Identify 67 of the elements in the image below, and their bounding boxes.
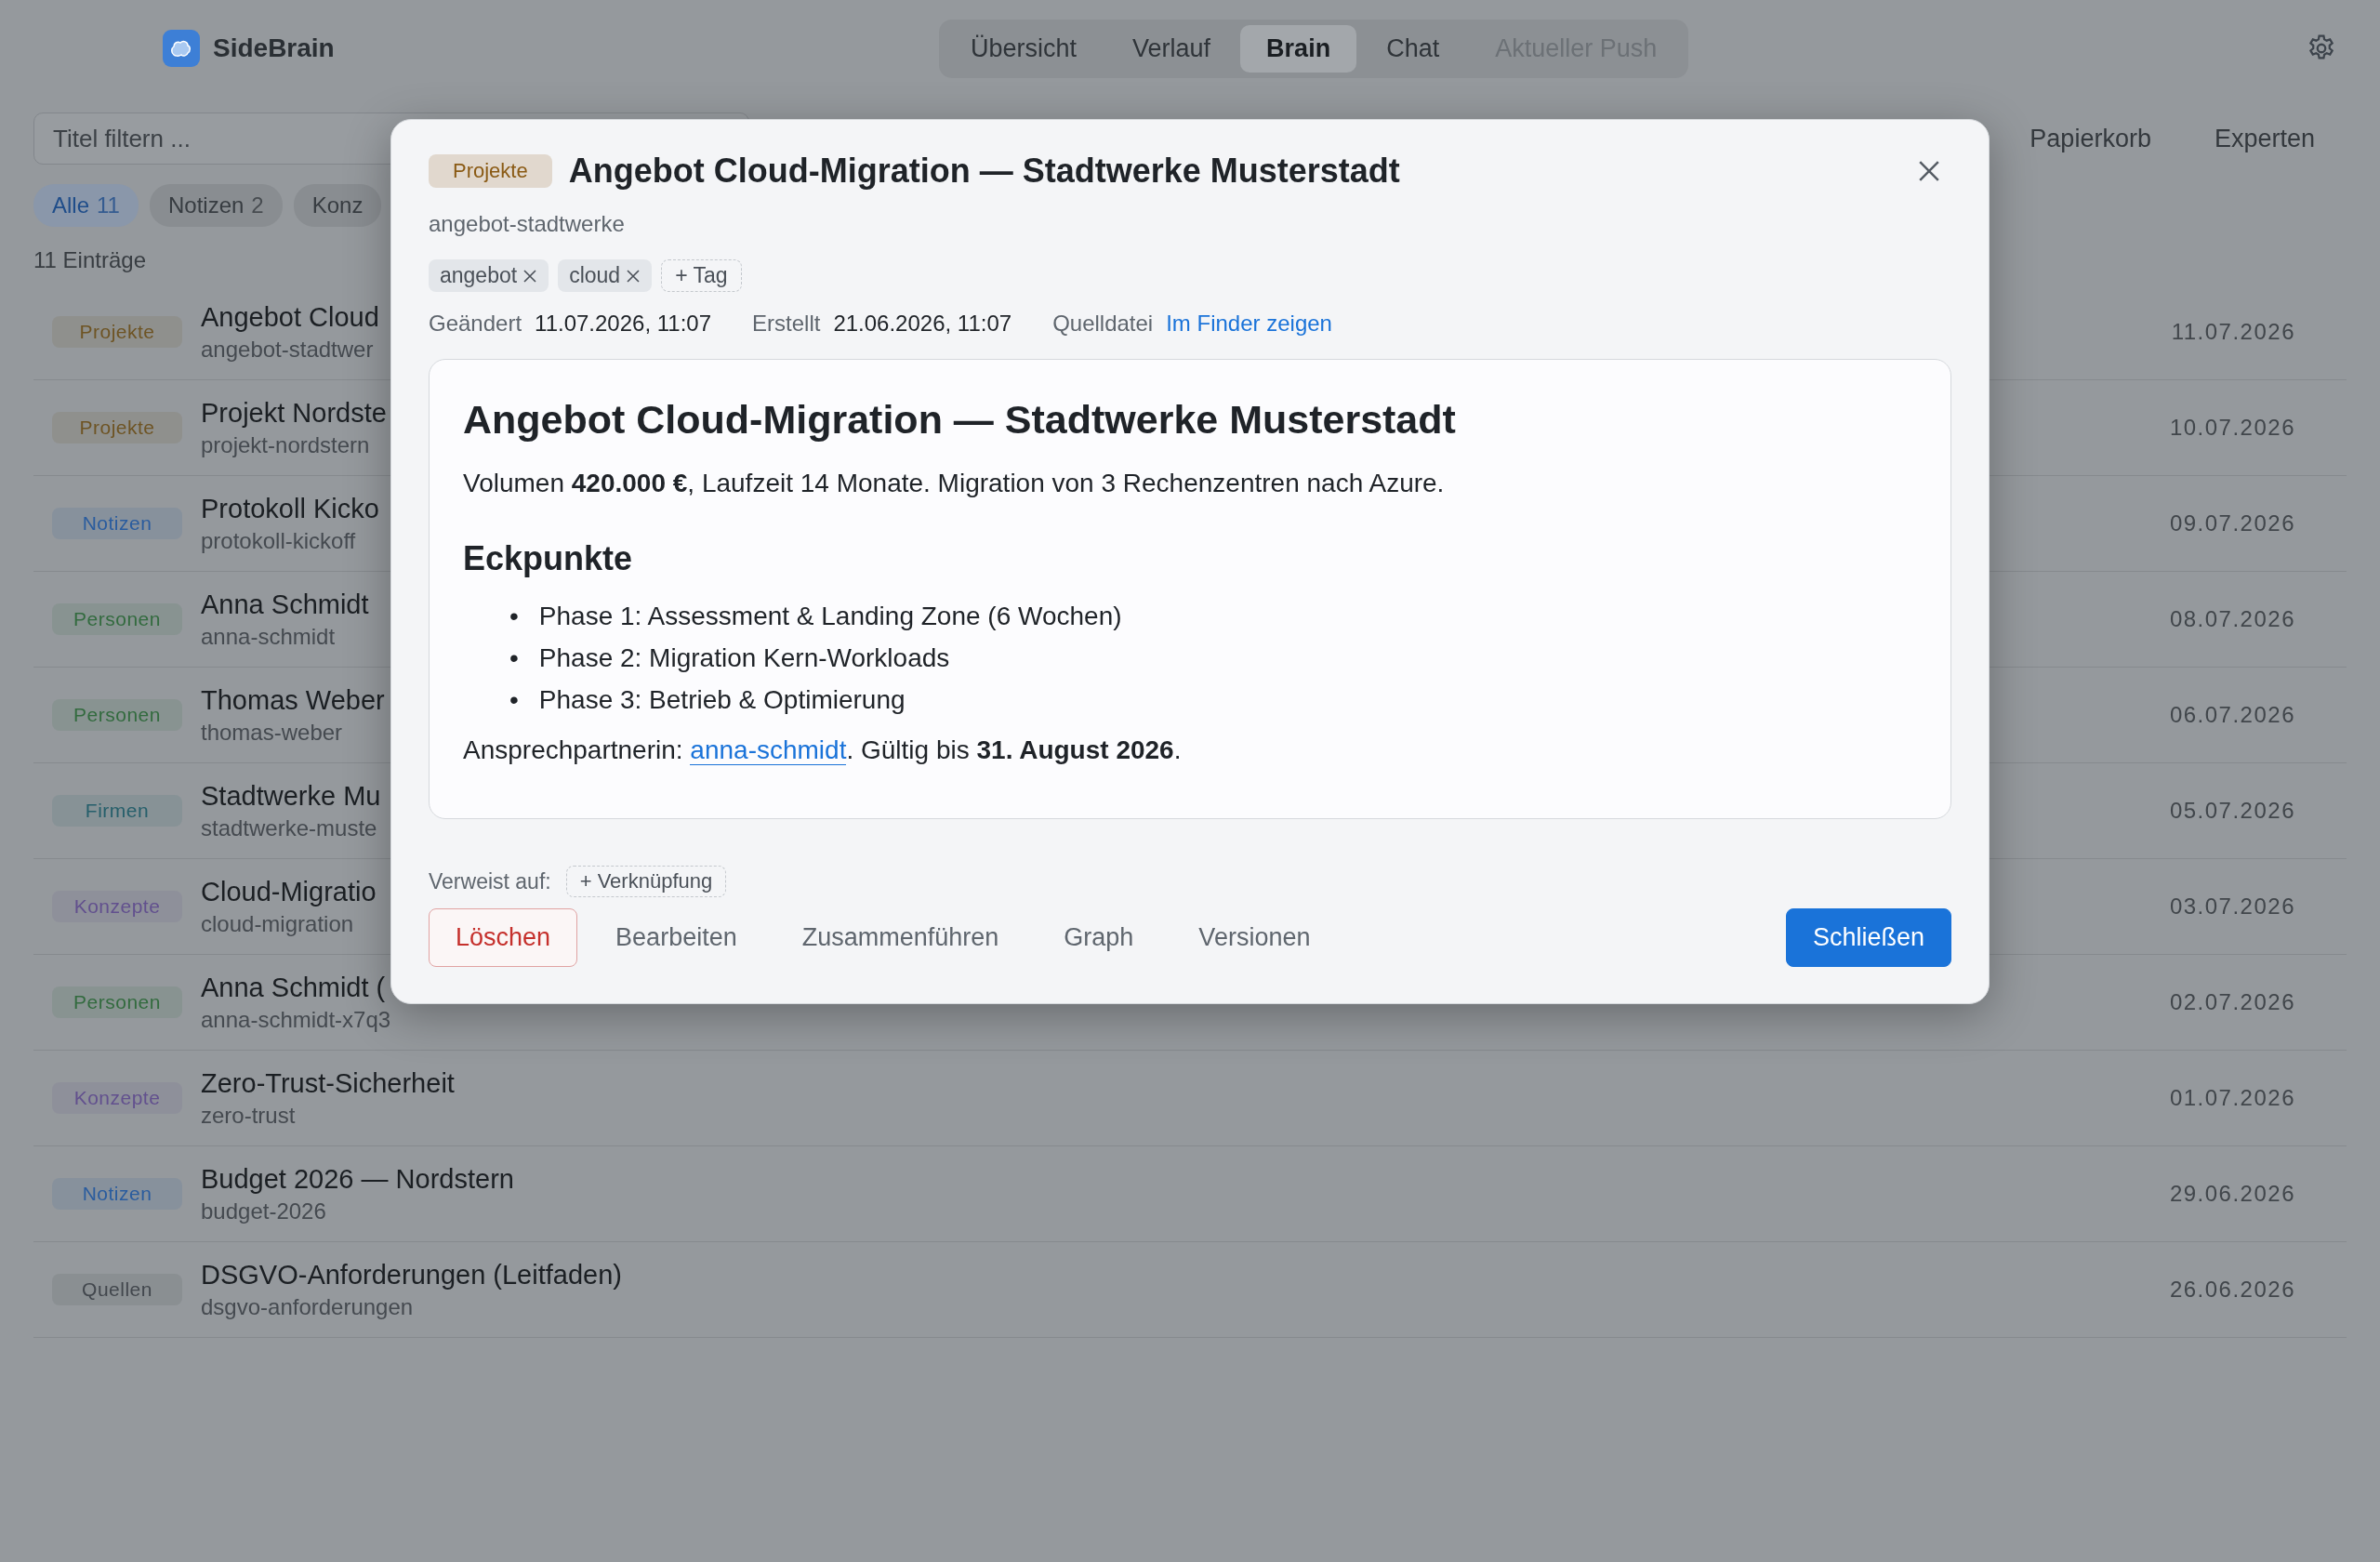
entry-date: 05.07.2026 bbox=[2169, 798, 2295, 824]
entry-date: 26.06.2026 bbox=[2169, 1277, 2295, 1303]
meta-value: 11.07.2026, 11:07 bbox=[535, 311, 712, 337]
category-tag: Quellen bbox=[52, 1274, 182, 1305]
bullet-marker: • bbox=[509, 642, 519, 674]
entry-slug: thomas-weber bbox=[201, 719, 344, 746]
dialog-title: Angebot Cloud-Migration — Stadtwerke Musterstadt bbox=[568, 152, 1400, 191]
entry-slug: cloud-migration bbox=[201, 910, 355, 937]
content-subheading: Eckpunkte bbox=[463, 539, 634, 578]
entry-title: Thomas Weber bbox=[201, 684, 385, 716]
entry-title: Zero-Trust-Sicherheit bbox=[201, 1067, 455, 1099]
category-tag: Personen bbox=[52, 986, 182, 1018]
entry-date: 06.07.2026 bbox=[2169, 702, 2295, 728]
entry-date: 03.07.2026 bbox=[2169, 894, 2295, 920]
category-tag: Firmen bbox=[52, 795, 182, 827]
meta-value: 21.06.2026, 11:07 bbox=[833, 311, 1012, 337]
entry-title: Stadtwerke Mu bbox=[201, 780, 381, 812]
app-name: SideBrain bbox=[213, 33, 335, 63]
links-label: Verweist auf: bbox=[429, 868, 551, 894]
entry-slug: zero-trust bbox=[201, 1102, 297, 1129]
entry-title: Anna Schmidt bbox=[201, 589, 369, 620]
bullet-item: Phase 3: Betrieb & Optimierung bbox=[538, 684, 906, 716]
entry-title: Projekt Nordste bbox=[201, 397, 387, 429]
entry-title: Angebot Cloud bbox=[201, 301, 379, 333]
entry-slug: stadtwerke-muste bbox=[201, 814, 378, 841]
entry-slug: protokoll-kickoff bbox=[201, 527, 357, 554]
entry-title: Cloud-Migratio bbox=[201, 876, 377, 907]
category-tag: Personen bbox=[52, 699, 182, 731]
entry-slug: angebot-stadtwerke bbox=[429, 211, 626, 237]
entry-count: 11 Einträge bbox=[33, 247, 146, 273]
entry-title: Protokoll Kicko bbox=[201, 493, 379, 524]
content-paragraph: Volumen 420.000 €, Laufzeit 14 Monate. Migration von 3 Rechenzentren nach Azure. bbox=[463, 469, 1446, 498]
entry-slug: anna-schmidt-x7q3 bbox=[201, 1006, 391, 1033]
content-paragraph: Ansprechpartnerin: anna-schmidt. Gültig bis 31. August 2026. bbox=[463, 735, 1183, 765]
category-tag: Projekte bbox=[52, 316, 182, 348]
category-tag: Notizen bbox=[52, 508, 182, 539]
category-tag: Notizen bbox=[52, 1178, 182, 1210]
entry-slug: angebot-stadtwer bbox=[201, 336, 375, 363]
entry-date: 29.06.2026 bbox=[2169, 1181, 2295, 1207]
entry-date: 01.07.2026 bbox=[2169, 1085, 2295, 1111]
bullet-item: Phase 1: Assessment & Landing Zone (6 Wochen) bbox=[538, 601, 1122, 632]
meta-label: Quelldatei bbox=[1052, 311, 1154, 337]
bullet-marker: • bbox=[509, 601, 519, 632]
tag-label: angebot bbox=[440, 263, 518, 288]
entry-date: 02.07.2026 bbox=[2169, 989, 2295, 1015]
content-heading: Angebot Cloud-Migration — Stadtwerke Musterstadt bbox=[463, 397, 1457, 443]
entry-title: Anna Schmidt ( bbox=[201, 972, 387, 1003]
entry-date: 10.07.2026 bbox=[2169, 415, 2295, 441]
entry-date: 11.07.2026 bbox=[2171, 319, 2295, 345]
entry-slug: dsgvo-anforderungen bbox=[201, 1293, 415, 1320]
tag-label: cloud bbox=[569, 263, 621, 288]
entry-title: Budget 2026 — Nordstern bbox=[201, 1163, 514, 1195]
category-tag: Projekte bbox=[52, 412, 182, 443]
entry-date: 09.07.2026 bbox=[2169, 510, 2295, 536]
category-tag: Projekte bbox=[429, 154, 552, 188]
meta-label: Erstellt bbox=[752, 311, 821, 337]
meta-label: Geändert bbox=[429, 311, 522, 337]
entry-title: DSGVO-Anforderungen (Leitfaden) bbox=[201, 1259, 622, 1291]
bullet-marker: • bbox=[509, 684, 519, 716]
entry-date: 08.07.2026 bbox=[2169, 606, 2295, 632]
category-tag: Personen bbox=[52, 603, 182, 635]
bullet-item: Phase 2: Migration Kern-Workloads bbox=[538, 642, 950, 674]
entry-slug: projekt-nordstern bbox=[201, 431, 371, 458]
category-tag: Konzepte bbox=[52, 1082, 182, 1114]
entry-slug: budget-2026 bbox=[201, 1198, 327, 1224]
entry-slug: anna-schmidt bbox=[201, 623, 337, 650]
category-tag: Konzepte bbox=[52, 891, 182, 922]
